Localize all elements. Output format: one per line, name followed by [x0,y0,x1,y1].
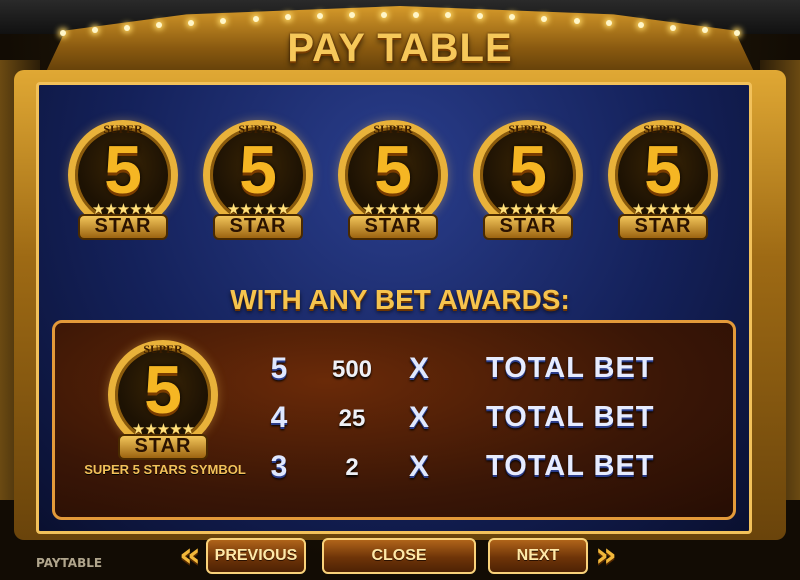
payout-value: 25 [338,405,366,432]
super-5-star-symbol: SUPER 5 STAR ★★★★★ [604,116,722,246]
badge-star-text: STAR [94,215,152,237]
badge-stars-icon: ★★★★★ [91,200,155,218]
badge-stars-icon: ★★★★★ [361,200,425,218]
page-title: PAY TABLE [287,26,513,70]
badge-stars-icon: ★★★★★ [631,200,695,218]
awards-heading: WITH ANY BET AWARDS: [230,284,570,315]
multiplier-sign: X [408,450,429,483]
double-chevron-left-icon[interactable]: « [170,536,210,576]
payout-value: 2 [345,454,359,481]
marquee-bulb [509,14,516,21]
marquee-bulb [380,12,387,19]
badge-star-text: STAR [499,215,557,237]
background-paytable-label: PAYTABLE [36,556,103,570]
marquee-bulb [605,19,612,26]
badge-number: 5 [509,132,547,208]
symbol-count: 3 [270,450,288,483]
badge-number: 5 [374,132,412,208]
multiplier-sign: X [408,352,429,385]
super-5-star-symbol: SUPER 5 STAR ★★★★★ [334,116,452,246]
symbol-label: SUPER 5 STARS SYMBOL [84,462,246,477]
symbol-count: 4 [270,401,288,434]
payout-value: 500 [331,356,373,383]
next-button[interactable]: NEXT [488,538,588,574]
symbol-count: 5 [270,352,288,385]
super-5-star-symbol: SUPER 5 STAR ★★★★★ [199,116,317,246]
super-5-star-symbol-large: SUPER 5 STAR ★★★★★ [104,336,222,466]
badge-stars-icon: ★★★★★ [131,420,195,438]
marquee-bulb [252,15,259,22]
badge-number: 5 [239,132,277,208]
payout-basis: TOTAL BET [486,352,655,384]
marquee-bulb [188,19,195,26]
marquee-bulb [413,12,420,19]
marquee-bulb [445,12,452,19]
badge-star-text: STAR [229,215,287,237]
badge-stars-icon: ★★★★★ [496,200,560,218]
badge-number: 5 [644,132,682,208]
marquee-bulb [541,15,548,22]
badge-star-text: STAR [634,215,692,237]
super-5-star-symbol: SUPER 5 STAR ★★★★★ [469,116,587,246]
payout-basis: TOTAL BET [486,401,655,433]
badge-star-text: STAR [134,435,192,457]
close-button[interactable]: CLOSE [322,538,476,574]
marquee-bulb [573,17,580,24]
marquee-bulb [284,14,291,21]
marquee-bulb [316,13,323,20]
super-5-star-symbol: SUPER 5 STAR ★★★★★ [64,116,182,246]
symbol-row: SUPER 5 STAR ★★★★★ SUPER 5 STAR ★★★★★ SU… [64,116,724,246]
previous-button[interactable]: PREVIOUS [206,538,306,574]
badge-star-text: STAR [364,215,422,237]
badge-number: 5 [104,132,142,208]
marquee-bulb [220,17,227,24]
double-chevron-right-icon[interactable]: » [586,536,626,576]
payout-basis: TOTAL BET [486,450,655,482]
marquee-bulb [477,13,484,20]
multiplier-sign: X [408,401,429,434]
marquee-bulb [348,12,355,19]
badge-stars-icon: ★★★★★ [226,200,290,218]
badge-number: 5 [144,352,182,428]
